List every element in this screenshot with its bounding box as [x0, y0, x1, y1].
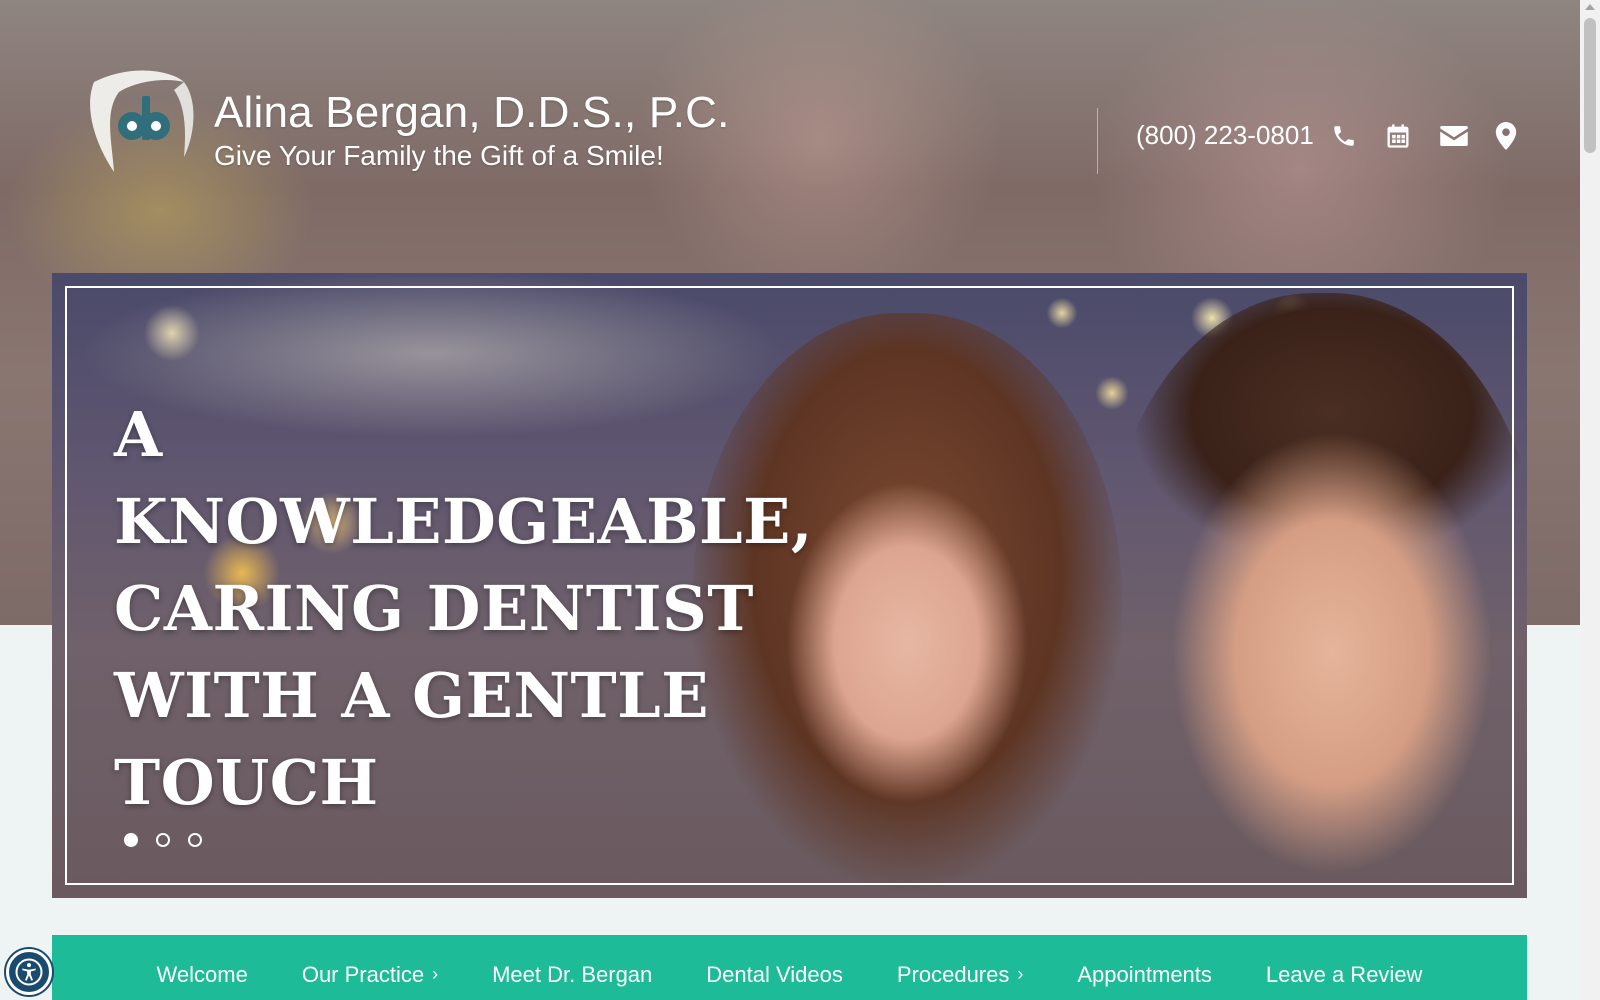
nav-item-label: Appointments [1077, 961, 1212, 987]
phone-number-link[interactable]: (800) 223-0801 [1136, 120, 1314, 151]
phone-icon[interactable] [1328, 120, 1360, 152]
nav-item-dental-videos[interactable]: Dental Videos [679, 948, 870, 988]
chevron-right-icon: › [1017, 964, 1024, 984]
slider-dot-1[interactable] [124, 833, 138, 847]
slider-dot-2[interactable] [156, 833, 170, 847]
calendar-icon[interactable] [1382, 120, 1414, 152]
main-nav: Welcome Our Practice › Meet Dr. Bergan D… [52, 935, 1527, 1000]
map-marker-icon[interactable] [1490, 120, 1522, 152]
brand-tagline: Give Your Family the Gift of a Smile! [214, 140, 664, 171]
envelope-icon[interactable] [1438, 120, 1470, 152]
nav-item-procedures[interactable]: Procedures › [870, 948, 1051, 988]
hero-slider[interactable]: A KNOWLEDGEABLE, CARING DENTIST WITH A G… [52, 273, 1527, 898]
brand-name[interactable]: Alina Bergan, D.D.S., P.C. [214, 88, 730, 138]
nav-item-label: Welcome [156, 961, 248, 987]
accessibility-icon [15, 958, 43, 986]
chevron-right-icon: › [432, 964, 439, 984]
nav-item-welcome[interactable]: Welcome [130, 948, 275, 988]
nav-item-label: Procedures [896, 961, 1010, 987]
nav-item-meet-dr-bergan[interactable]: Meet Dr. Bergan [465, 948, 679, 988]
nav-item-label: Dental Videos [706, 961, 843, 987]
header-divider [1097, 108, 1098, 174]
nav-item-appointments[interactable]: Appointments [1050, 948, 1239, 988]
slider-dots [124, 833, 202, 847]
scroll-thumb[interactable] [1584, 18, 1596, 153]
nav-item-label: Leave a Review [1265, 961, 1423, 987]
nav-item-our-practice[interactable]: Our Practice › [275, 948, 465, 988]
logo[interactable] [74, 62, 204, 192]
nav-item-label: Meet Dr. Bergan [492, 961, 653, 987]
nav-item-label: Our Practice [301, 961, 425, 987]
nav-item-leave-a-review[interactable]: Leave a Review [1239, 948, 1450, 988]
scrollbar[interactable] [1580, 0, 1600, 1000]
hero-headline: A KNOWLEDGEABLE, CARING DENTIST WITH A G… [114, 398, 813, 819]
accessibility-button[interactable] [6, 949, 52, 995]
slider-dot-3[interactable] [188, 833, 202, 847]
scroll-up-arrow[interactable] [1585, 4, 1595, 10]
